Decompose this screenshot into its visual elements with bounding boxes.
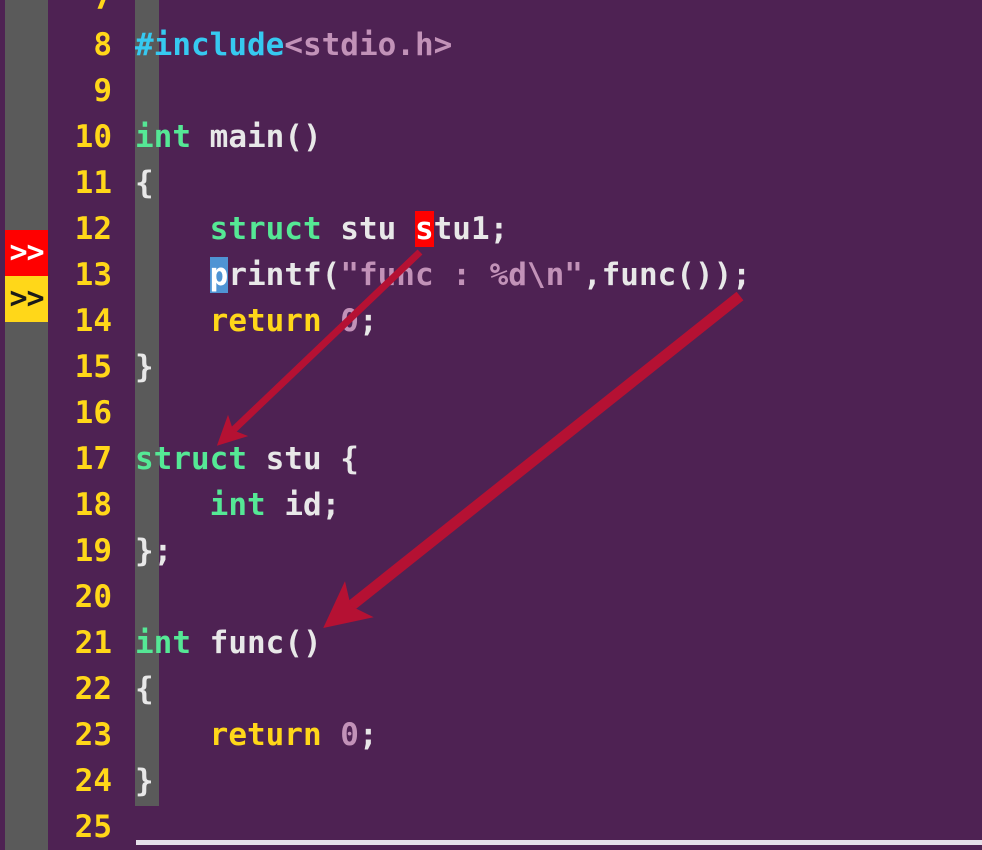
printf-arguments: ,func()); bbox=[582, 257, 751, 293]
line-number: 20 bbox=[74, 579, 112, 615]
line-number: 9 bbox=[93, 73, 112, 109]
line-number: 13 bbox=[74, 257, 112, 293]
code-line-20[interactable] bbox=[135, 574, 982, 620]
line-number: 22 bbox=[74, 671, 112, 707]
open-brace: { bbox=[135, 671, 154, 707]
code-line-12[interactable]: struct stu stu1; bbox=[135, 206, 982, 252]
line-number: 7 bbox=[48, 0, 112, 22]
code-line-19[interactable]: }; bbox=[135, 528, 982, 574]
code-line-16[interactable] bbox=[135, 390, 982, 436]
struct-declaration: stu { bbox=[246, 441, 359, 477]
code-line-10[interactable]: int main() bbox=[135, 114, 982, 160]
struct-keyword: struct bbox=[209, 211, 322, 247]
code-line-8[interactable]: #include<stdio.h> bbox=[135, 22, 982, 68]
struct-keyword: struct bbox=[135, 441, 247, 477]
code-text-area[interactable]: #include<stdio.h> int main() { struct st… bbox=[135, 0, 982, 850]
code-line-13[interactable]: printf("func : %d\n",func()); bbox=[135, 252, 982, 298]
type-keyword: int bbox=[135, 625, 191, 661]
string-literal: "func : %d\n" bbox=[340, 257, 583, 293]
line-number: 15 bbox=[74, 349, 112, 385]
code-line-7[interactable] bbox=[135, 0, 982, 22]
line-number: 14 bbox=[74, 303, 112, 339]
close-brace: } bbox=[135, 763, 154, 799]
type-keyword: int bbox=[135, 119, 191, 155]
code-line-21[interactable]: int func() bbox=[135, 620, 982, 666]
type-keyword: int bbox=[209, 487, 266, 523]
number-literal: 0 bbox=[321, 303, 359, 339]
function-signature: func() bbox=[191, 625, 322, 661]
text-cursor: p bbox=[209, 257, 229, 293]
error-sign[interactable]: >> bbox=[5, 230, 48, 276]
bottom-separator bbox=[136, 840, 982, 845]
line-number: 11 bbox=[74, 165, 112, 201]
code-line-18[interactable]: int id; bbox=[135, 482, 982, 528]
code-line-11[interactable]: { bbox=[135, 160, 982, 206]
open-brace: { bbox=[135, 165, 154, 201]
line-number: 16 bbox=[74, 395, 112, 431]
line-number: 19 bbox=[74, 533, 112, 569]
number-literal: 0 bbox=[321, 717, 359, 753]
return-keyword: return bbox=[209, 717, 322, 753]
warning-sign[interactable]: >> bbox=[5, 276, 48, 322]
code-line-9[interactable] bbox=[135, 68, 982, 114]
function-signature: main() bbox=[191, 119, 322, 155]
code-line-14[interactable]: return 0; bbox=[135, 298, 982, 344]
line-number: 17 bbox=[74, 441, 112, 477]
sign-column[interactable]: >> >> bbox=[5, 0, 48, 850]
line-number-gutter: 7 8 9 10 11 12 13 14 15 16 17 18 19 20 2… bbox=[48, 0, 112, 850]
include-header: <stdio.h> bbox=[284, 27, 453, 63]
code-line-24[interactable]: } bbox=[135, 758, 982, 804]
line-number: 18 bbox=[74, 487, 112, 523]
line-number: 8 bbox=[93, 27, 112, 63]
code-line-17[interactable]: struct stu { bbox=[135, 436, 982, 482]
line-number: 21 bbox=[74, 625, 112, 661]
return-keyword: return bbox=[209, 303, 322, 339]
line-number: 12 bbox=[74, 211, 112, 247]
close-brace: } bbox=[135, 349, 154, 385]
code-line-23[interactable]: return 0; bbox=[135, 712, 982, 758]
line-number: 10 bbox=[74, 119, 112, 155]
code-line-22[interactable]: { bbox=[135, 666, 982, 712]
code-editor[interactable]: >> >> 7 8 9 10 11 12 13 14 15 16 17 18 1… bbox=[0, 0, 982, 850]
line-number: 24 bbox=[74, 763, 112, 799]
struct-close: }; bbox=[135, 533, 173, 569]
variable-name: tu1; bbox=[433, 211, 509, 247]
struct-tag: stu bbox=[321, 211, 415, 247]
semicolon: ; bbox=[358, 717, 378, 753]
semicolon: ; bbox=[358, 303, 378, 339]
line-number: 25 bbox=[74, 809, 112, 845]
code-line-15[interactable]: } bbox=[135, 344, 982, 390]
preprocessor-directive: #include bbox=[135, 27, 285, 63]
member-name: id; bbox=[265, 487, 341, 523]
printf-call: rintf( bbox=[228, 257, 341, 293]
line-number: 23 bbox=[74, 717, 112, 753]
error-highlight: s bbox=[414, 211, 434, 247]
